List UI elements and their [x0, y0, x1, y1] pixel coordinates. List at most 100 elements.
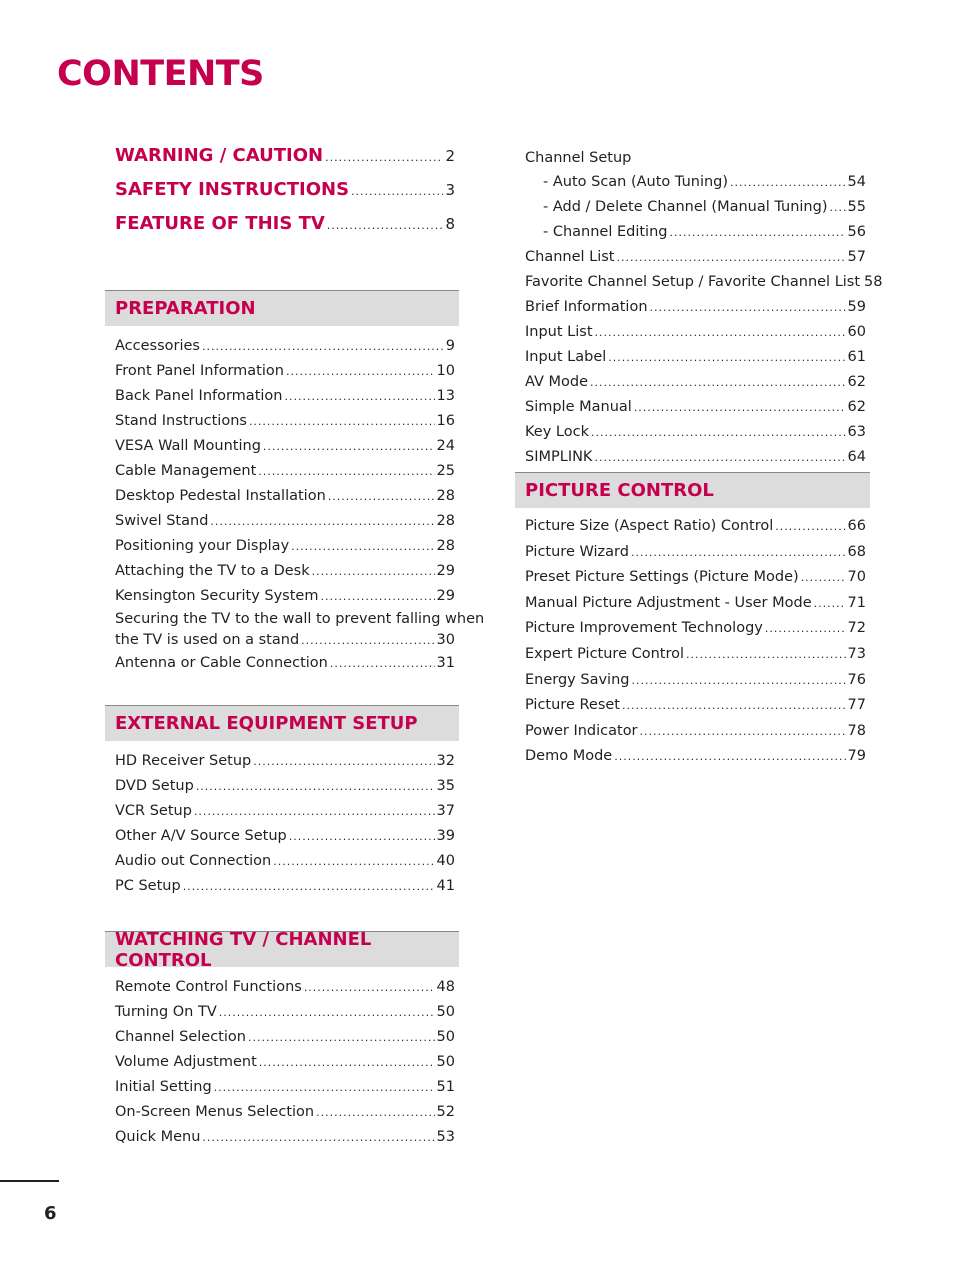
dot-leader [263, 435, 435, 459]
toc-page-number: 40 [436, 853, 455, 869]
dot-leader [351, 185, 443, 198]
toc-entry[interactable]: Turning On TV 50 [115, 1000, 455, 1025]
dot-leader [328, 485, 435, 509]
toc-page-number: 41 [436, 878, 455, 894]
toc-link-safety[interactable]: SAFETY INSTRUCTIONS 3 [115, 179, 455, 213]
toc-entry[interactable]: Quick Menu 53 [115, 1125, 455, 1150]
toc-entry[interactable]: Picture Size (Aspect Ratio) Control 66 [525, 514, 866, 540]
toc-entry[interactable]: Antenna or Cable Connection 31 [115, 651, 455, 676]
toc-entry[interactable]: Picture Reset 77 [525, 693, 866, 719]
dot-leader [183, 875, 435, 899]
toc-entry-label: Channel List [525, 249, 615, 265]
toc-entry[interactable]: Expert Picture Control 73 [525, 642, 866, 668]
toc-entry[interactable]: Manual Picture Adjustment - User Mode 71 [525, 591, 866, 617]
toc-entry[interactable]: - Auto Scan (Auto Tuning) 54 [525, 170, 866, 195]
toc-entry-label: Input Label [525, 349, 607, 365]
toc-link-feature[interactable]: FEATURE OF THIS TV 8 [115, 213, 455, 247]
toc-entry-label: the TV is used on a stand [115, 632, 300, 648]
toc-entry[interactable]: Front Panel Information 10 [115, 359, 455, 384]
toc-entry[interactable]: On-Screen Menus Selection 52 [115, 1100, 455, 1125]
dot-leader [286, 360, 435, 384]
toc-page-number: 29 [436, 563, 455, 579]
toc-page-number: 54 [847, 174, 866, 190]
toc-entry[interactable]: Kensington Security System 29 [115, 584, 455, 609]
toc-entry[interactable]: Favorite Channel Setup / Favorite Channe… [525, 270, 883, 295]
section-header[interactable]: PREPARATION [105, 290, 459, 326]
toc-entry[interactable]: Stand Instructions 16 [115, 409, 455, 434]
toc-entry[interactable]: Channel List 57 [525, 245, 866, 270]
dot-leader [650, 296, 846, 320]
dot-leader [312, 560, 435, 584]
toc-entry[interactable]: Preset Picture Settings (Picture Mode) 70 [525, 565, 866, 591]
toc-entry[interactable]: Volume Adjustment 50 [115, 1050, 455, 1075]
toc-entry[interactable]: PC Setup 41 [115, 874, 455, 899]
dot-leader [622, 693, 846, 719]
dot-leader [258, 460, 434, 484]
dot-leader [325, 151, 443, 164]
dot-leader [829, 196, 845, 220]
toc-entry[interactable]: Power Indicator 78 [525, 719, 866, 745]
toc-page-number: 77 [847, 697, 866, 714]
toc-entry[interactable]: Desktop Pedestal Installation 28 [115, 484, 455, 509]
top-links: WARNING / CAUTION 2 SAFETY INSTRUCTIONS … [115, 145, 455, 247]
toc-entry-label: PC Setup [115, 878, 181, 894]
toc-entry[interactable]: Simple Manual 62 [525, 395, 866, 420]
toc-entry[interactable]: Swivel Stand 28 [115, 509, 455, 534]
entry-list: Remote Control Functions 48 Turning On TV 5… [105, 967, 459, 1150]
toc-entry[interactable]: Demo Mode 79 [525, 744, 866, 770]
toc-entry[interactable]: Picture Wizard 68 [525, 540, 866, 566]
toc-entry[interactable]: Other A/V Source Setup 39 [115, 824, 455, 849]
section-picture-control: PICTURE CONTROL Picture Size (Aspect Rat… [515, 472, 870, 770]
toc-entry[interactable]: Remote Control Functions 48 [115, 975, 455, 1000]
toc-entry[interactable]: AV Mode 62 [525, 370, 866, 395]
toc-entry[interactable]: Accessories 9 [115, 334, 455, 359]
toc-entry[interactable]: Picture Improvement Technology 72 [525, 616, 866, 642]
dot-leader [686, 642, 846, 668]
toc-entry[interactable]: Initial Setting 51 [115, 1075, 455, 1100]
toc-link-label: WARNING / CAUTION [115, 145, 324, 166]
toc-entry-label: Back Panel Information [115, 388, 283, 404]
dot-leader [775, 514, 845, 540]
toc-page-number: 50 [436, 1054, 455, 1070]
toc-entry[interactable]: VCR Setup 37 [115, 799, 455, 824]
toc-entry[interactable]: Channel Selection 50 [115, 1025, 455, 1050]
dot-leader [273, 850, 434, 874]
toc-entry[interactable]: Brief Information 59 [525, 295, 866, 320]
toc-entry-label: Key Lock [525, 424, 589, 440]
section-header[interactable]: PICTURE CONTROL [515, 472, 870, 508]
entry-list: Accessories 9 Front Panel Information 10 Bac… [105, 326, 484, 676]
dot-leader [316, 1101, 434, 1125]
dot-leader [259, 1051, 435, 1075]
toc-page-number: 28 [436, 538, 455, 554]
toc-entry[interactable]: Positioning your Display 28 [115, 534, 455, 559]
toc-entry[interactable]: Input List 60 [525, 320, 866, 345]
toc-link-warning[interactable]: WARNING / CAUTION 2 [115, 145, 455, 179]
toc-entry[interactable]: SIMPLINK 64 [525, 445, 866, 470]
toc-entry[interactable]: DVD Setup 35 [115, 774, 455, 799]
section-watching-tv: WATCHING TV / CHANNEL CONTROL Remote Con… [105, 929, 459, 1150]
toc-entry[interactable]: Channel Setup [525, 146, 866, 170]
toc-entry-label: AV Mode [525, 374, 589, 390]
section-header[interactable]: WATCHING TV / CHANNEL CONTROL [105, 929, 459, 971]
toc-entry[interactable]: - Add / Delete Channel (Manual Tuning) 55 [525, 195, 866, 220]
toc-entry[interactable]: - Channel Editing 56 [525, 220, 866, 245]
toc-entry[interactable]: Back Panel Information 13 [115, 384, 455, 409]
toc-page-number: 64 [847, 449, 866, 465]
dot-leader [801, 565, 846, 591]
toc-entry[interactable]: Attaching the TV to a Desk 29 [115, 559, 455, 584]
section-header[interactable]: EXTERNAL EQUIPMENT SETUP [105, 705, 459, 741]
toc-entry[interactable]: Input Label 61 [525, 345, 866, 370]
dot-leader [595, 321, 846, 345]
toc-entry-label: Brief Information [525, 299, 648, 315]
toc-entry[interactable]: Securing the TV to the wall to prevent f… [115, 609, 484, 651]
toc-entry[interactable]: Key Lock 63 [525, 420, 866, 445]
toc-entry[interactable]: Audio out Connection 40 [115, 849, 455, 874]
toc-entry[interactable]: Energy Saving 76 [525, 668, 866, 694]
toc-entry[interactable]: VESA Wall Mounting 24 [115, 434, 455, 459]
toc-entry-label: Manual Picture Adjustment - User Mode [525, 594, 812, 611]
toc-entry[interactable]: Cable Management 25 [115, 459, 455, 484]
toc-entry[interactable]: HD Receiver Setup 32 [115, 749, 455, 774]
toc-entry-label: Channel Setup [525, 150, 632, 166]
toc-page-number: 29 [436, 588, 455, 604]
toc-entry-label: Turning On TV [115, 1004, 217, 1020]
